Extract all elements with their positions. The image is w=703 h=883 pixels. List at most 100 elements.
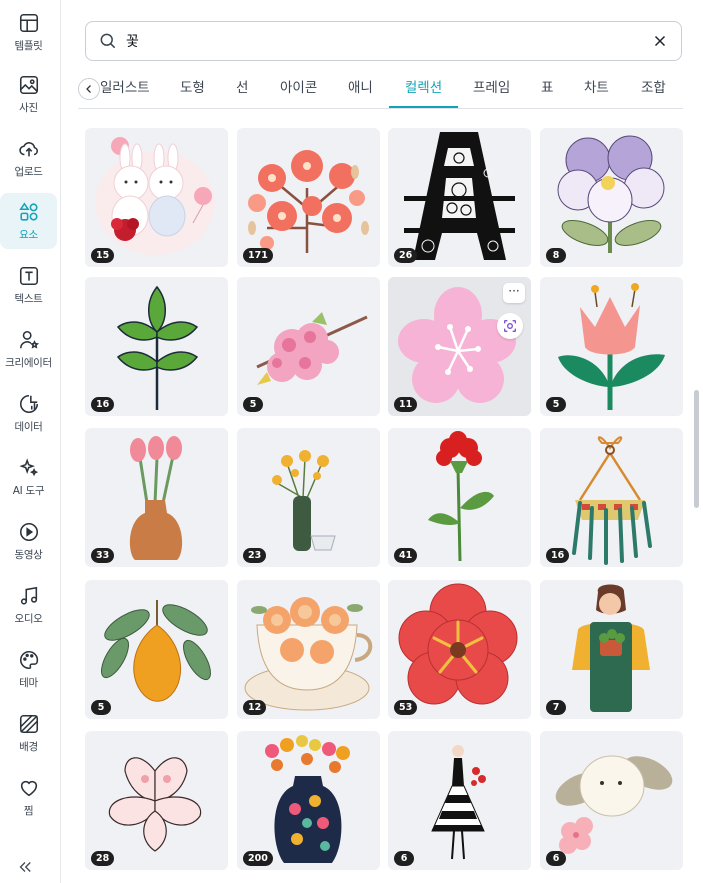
result-card-fruit-branch[interactable]: 5 bbox=[85, 580, 228, 719]
tab-frames[interactable]: 프레임 bbox=[473, 72, 510, 108]
sidebar-item-photos[interactable]: 사진 bbox=[0, 66, 57, 122]
clear-search-icon[interactable] bbox=[651, 32, 669, 50]
result-card-gardener[interactable]: 7 bbox=[540, 580, 683, 719]
palette-icon bbox=[19, 650, 38, 669]
template-icon bbox=[19, 13, 38, 32]
cherry-blossom-illustration bbox=[248, 150, 369, 253]
count-badge: 26 bbox=[394, 248, 418, 263]
sidebar-item-label: AI 도구 bbox=[12, 484, 45, 497]
count-badge: 28 bbox=[91, 851, 115, 866]
result-card-floral-letter[interactable]: 26 bbox=[388, 128, 531, 267]
count-badge: 6 bbox=[394, 851, 414, 866]
tabs-scroll-left-button[interactable] bbox=[78, 78, 100, 100]
tab-illustrations[interactable]: 일러스트 bbox=[100, 72, 150, 108]
result-card-carnation[interactable]: 41 bbox=[388, 428, 531, 567]
tab-collections[interactable]: 컬렉션 bbox=[389, 72, 458, 108]
tab-tables[interactable]: 표 bbox=[541, 72, 553, 108]
sidebar-item-creators[interactable]: 크리에이터 bbox=[0, 321, 57, 377]
count-badge: 171 bbox=[243, 248, 273, 263]
sidebar-item-label: 템플릿 bbox=[14, 39, 43, 52]
sidebar-item-uploads[interactable]: 업로드 bbox=[0, 130, 57, 186]
sidebar-item-templates[interactable]: 템플릿 bbox=[0, 4, 57, 60]
sidebar-item-ai-tools[interactable]: AI 도구 bbox=[0, 449, 57, 505]
tab-charts[interactable]: 차트 bbox=[584, 72, 609, 108]
result-card-blossom-branch[interactable]: 5 bbox=[237, 277, 380, 416]
results-scrollbar[interactable] bbox=[694, 390, 699, 508]
sidebar-item-video[interactable]: 동영상 bbox=[0, 513, 57, 569]
collapse-sidebar-button[interactable] bbox=[14, 856, 36, 878]
count-badge: 5 bbox=[91, 700, 111, 715]
tab-lines[interactable]: 선 bbox=[236, 72, 248, 108]
sidebar-item-themes[interactable]: 테마 bbox=[0, 641, 57, 697]
sidebar-item-label: 사진 bbox=[19, 101, 38, 114]
video-icon bbox=[19, 522, 38, 541]
gardener-woman bbox=[572, 584, 650, 712]
yellow-fruit-branch bbox=[101, 600, 211, 702]
sidebar-item-elements[interactable]: 요소 bbox=[0, 193, 57, 249]
search-icon bbox=[100, 33, 116, 49]
result-card-tulip[interactable]: 5 bbox=[540, 277, 683, 416]
result-card-striped-dress[interactable]: 6 bbox=[388, 731, 531, 870]
result-card-bird[interactable]: 6 bbox=[540, 731, 683, 870]
pink-blossom-branch bbox=[256, 312, 368, 385]
count-badge: 41 bbox=[394, 548, 418, 563]
count-badge: 23 bbox=[243, 548, 267, 563]
result-card-teacup[interactable]: 12 bbox=[237, 580, 380, 719]
audio-icon bbox=[20, 586, 37, 605]
floral-teacup bbox=[244, 597, 373, 711]
count-badge: 6 bbox=[546, 851, 566, 866]
heart-flower-vase bbox=[265, 735, 350, 863]
sidebar-item-favorites[interactable]: 찜 bbox=[0, 769, 57, 825]
result-card-tulip-vase[interactable]: 33 bbox=[85, 428, 228, 567]
results-grid: 15 171 26 8 16 5 ··· 11 5 33 23 41 16 5 … bbox=[85, 128, 683, 883]
sidebar-item-backgrounds[interactable]: 배경 bbox=[0, 705, 57, 761]
category-tabs: 일러스트 도형 선 아이콘 애니 컬렉션 프레임 표 차트 조합 bbox=[78, 72, 683, 109]
result-card-cherry-blossom[interactable]: 171 bbox=[237, 128, 380, 267]
sidebar-item-label: 동영상 bbox=[14, 548, 43, 561]
count-badge: 5 bbox=[546, 397, 566, 412]
result-card-bunny-couple[interactable]: 15 bbox=[85, 128, 228, 267]
count-badge: 12 bbox=[243, 700, 267, 715]
search-input[interactable]: 꽃 bbox=[126, 31, 651, 51]
result-card-leaf-branch[interactable]: 16 bbox=[85, 277, 228, 416]
bunny-couple-illustration bbox=[95, 137, 215, 255]
sidebar-item-label: 요소 bbox=[19, 228, 38, 241]
tab-icons[interactable]: 아이콘 bbox=[280, 72, 317, 108]
red-carnation bbox=[428, 431, 494, 562]
tab-shapes[interactable]: 도형 bbox=[180, 72, 205, 108]
result-card-hanging-plant[interactable]: 16 bbox=[540, 428, 683, 567]
result-card-yellow-flowers[interactable]: 23 bbox=[237, 428, 380, 567]
sidebar-item-label: 데이터 bbox=[14, 420, 43, 433]
search-bar[interactable]: 꽃 bbox=[85, 21, 682, 61]
sidebar-item-text[interactable]: 텍스트 bbox=[0, 257, 57, 313]
sidebar-item-label: 업로드 bbox=[14, 165, 43, 178]
hanging-plant-basket bbox=[572, 436, 652, 565]
elements-icon bbox=[18, 201, 38, 221]
count-badge: 200 bbox=[243, 851, 273, 866]
count-badge: 5 bbox=[243, 397, 263, 412]
sidebar-item-label: 찜 bbox=[23, 804, 34, 817]
result-card-heart-vase[interactable]: 200 bbox=[237, 731, 380, 870]
more-options-button[interactable]: ··· bbox=[503, 283, 525, 303]
result-card-magnolia[interactable]: 28 bbox=[85, 731, 228, 870]
count-badge: 16 bbox=[546, 548, 570, 563]
result-card-pansy[interactable]: 8 bbox=[540, 128, 683, 267]
sidebar-item-label: 텍스트 bbox=[14, 292, 43, 305]
creator-icon bbox=[19, 330, 39, 349]
count-badge: 7 bbox=[546, 700, 566, 715]
red-hibiscus-flower bbox=[398, 583, 518, 705]
sidebar-item-data[interactable]: 데이터 bbox=[0, 385, 57, 441]
tab-combinations[interactable]: 조합 bbox=[641, 72, 666, 108]
result-card-sakura[interactable]: ··· 11 bbox=[388, 277, 531, 416]
magnolia-sketch bbox=[108, 757, 202, 852]
background-icon bbox=[19, 714, 38, 733]
tab-animations[interactable]: 애니 bbox=[348, 72, 373, 108]
count-badge: 11 bbox=[394, 397, 418, 412]
sidebar-item-label: 배경 bbox=[19, 740, 38, 753]
result-card-hibiscus[interactable]: 53 bbox=[388, 580, 531, 719]
visual-search-button[interactable] bbox=[497, 313, 523, 339]
sidebar-item-audio[interactable]: 오디오 bbox=[0, 577, 57, 633]
data-icon bbox=[19, 394, 38, 413]
upload-icon bbox=[18, 141, 38, 156]
pansy-flower bbox=[557, 135, 665, 253]
